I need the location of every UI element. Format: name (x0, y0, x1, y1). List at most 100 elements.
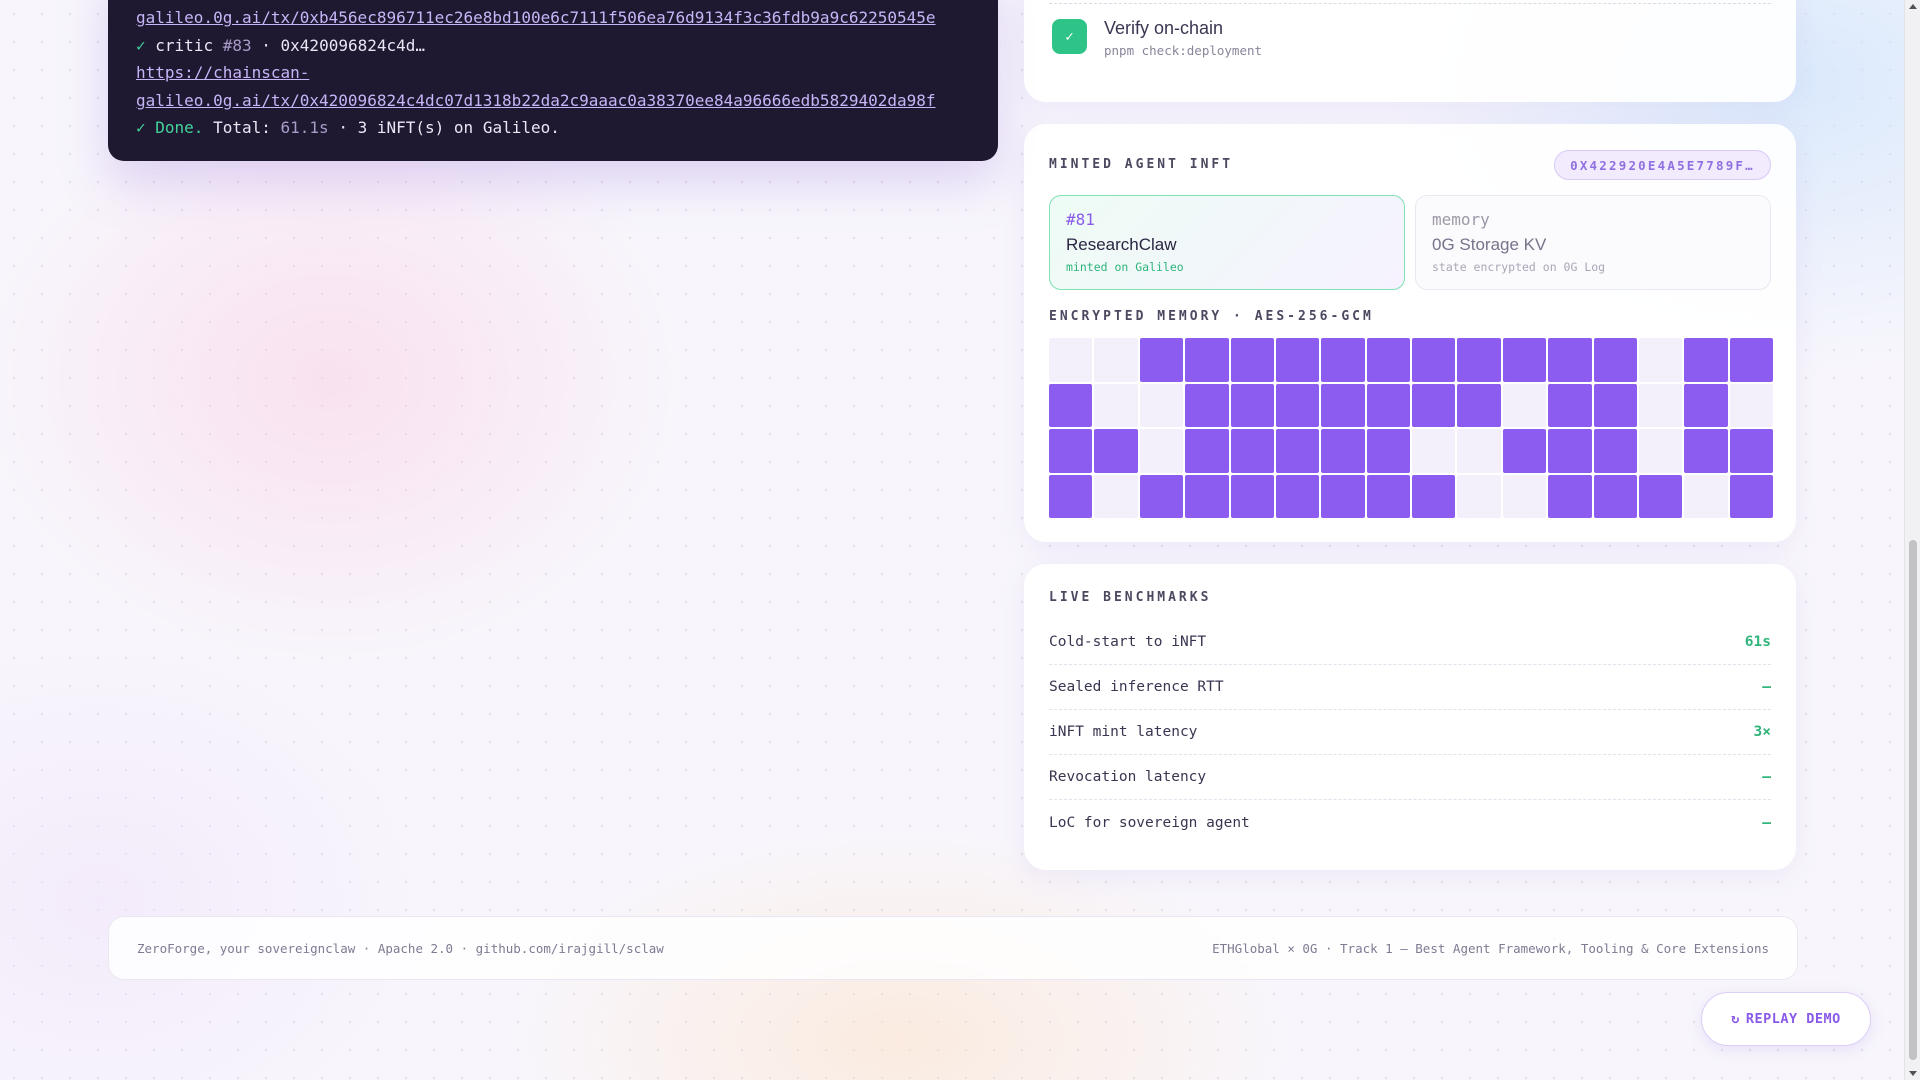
memory-block-filled (1684, 429, 1728, 473)
benchmark-value: 61s (1744, 634, 1771, 650)
memory-block-filled (1094, 429, 1138, 473)
memory-block-filled (1230, 338, 1274, 382)
memory-block-filled (1729, 429, 1773, 473)
agent-status: minted on Galileo (1066, 260, 1184, 274)
memory-block-filled (1729, 338, 1773, 382)
memory-block-filled (1275, 383, 1320, 427)
memory-block-filled (1366, 474, 1410, 518)
memory-tile[interactable]: memory 0G Storage KV state encrypted on … (1415, 195, 1771, 290)
memory-block-filled (1366, 338, 1410, 382)
terminal-output: galileo.0g.ai/tx/0xb456ec896711ec26e8bd1… (108, 0, 998, 161)
benchmark-row: LoC for sovereign agent — (1049, 800, 1771, 845)
check-icon: ✓ (1052, 19, 1087, 54)
memory-block-empty (1502, 474, 1547, 518)
page-scrollbar[interactable] (1904, 0, 1920, 1080)
scroll-down-arrow-icon[interactable] (1909, 1071, 1917, 1076)
memory-block-filled (1412, 338, 1456, 382)
benchmarks-card: LIVE BENCHMARKS Cold-start to iNFT 61s S… (1024, 564, 1796, 870)
memory-block-filled (1412, 383, 1456, 427)
memory-block-filled (1593, 429, 1637, 473)
tx-link-2[interactable]: https://chainscan- (136, 63, 309, 82)
benchmark-value: 3× (1753, 724, 1771, 740)
scroll-up-arrow-icon[interactable] (1909, 4, 1917, 9)
benchmark-label: Sealed inference RTT (1049, 679, 1224, 695)
memory-block-filled (1593, 338, 1637, 382)
memory-block-empty (1049, 338, 1093, 382)
terminal-text: critic (155, 35, 214, 55)
agent-tile[interactable]: #81 ResearchClaw minted on Galileo (1049, 195, 1405, 290)
steps-card: ✓ Verify on-chain pnpm check:deployment (1024, 0, 1796, 102)
terminal-text: · 0x420096824c4d… (261, 35, 426, 55)
memory-block-filled (1049, 474, 1093, 518)
scrollbar-thumb[interactable] (1909, 540, 1917, 1060)
memory-block-filled (1139, 474, 1184, 518)
memory-block-empty (1729, 383, 1773, 427)
benchmark-label: LoC for sovereign agent (1049, 814, 1250, 831)
footer: ZeroForge, your sovereignclaw · Apache 2… (108, 916, 1798, 980)
footer-left: ZeroForge, your sovereignclaw · Apache 2… (137, 940, 664, 956)
memory-block-filled (1185, 429, 1229, 473)
memory-block-filled (1049, 383, 1093, 427)
memory-status: state encrypted on 0G Log (1432, 260, 1606, 274)
memory-block-filled (1185, 338, 1229, 382)
memory-id: memory (1432, 210, 1490, 229)
memory-block-filled (1366, 429, 1410, 473)
tx-link-1[interactable]: galileo.0g.ai/tx/0xb456ec896711ec26e8bd1… (136, 8, 936, 27)
token-hash-badge[interactable]: 0X422920E4A5E7789F… (1554, 150, 1771, 180)
benchmark-value: — (1762, 769, 1771, 785)
memory-block-filled (1321, 338, 1365, 382)
memory-block-empty (1638, 429, 1683, 473)
memory-block-empty (1457, 429, 1501, 473)
memory-block-empty (1094, 474, 1138, 518)
minted-label: MINTED AGENT INFT (1049, 157, 1234, 172)
memory-block-filled (1502, 338, 1547, 382)
memory-block-filled (1185, 474, 1229, 518)
memory-block-filled (1321, 383, 1365, 427)
memory-block-filled (1230, 383, 1274, 427)
memory-block-empty (1094, 383, 1138, 427)
memory-block-filled (1548, 429, 1592, 473)
memory-block-filled (1502, 429, 1547, 473)
memory-block-empty (1638, 338, 1683, 382)
check-mark-icon: ✓ (136, 35, 146, 55)
memory-block-filled (1049, 429, 1093, 473)
memory-block-empty (1139, 383, 1184, 427)
terminal-text: Total: (213, 118, 271, 137)
memory-block-filled (1548, 338, 1592, 382)
memory-block-empty (1502, 383, 1547, 427)
minted-agent-card: MINTED AGENT INFT 0X422920E4A5E7789F… #8… (1024, 124, 1796, 542)
verify-title: Verify on-chain (1104, 18, 1224, 38)
memory-block-filled (1457, 383, 1501, 427)
memory-block-empty (1684, 474, 1728, 518)
benchmark-row: iNFT mint latency 3× (1049, 710, 1771, 755)
divider (1049, 3, 1771, 4)
memory-block-filled (1684, 338, 1728, 382)
benchmark-label: Revocation latency (1049, 769, 1207, 785)
memory-name: 0G Storage KV (1432, 235, 1547, 254)
memory-block-empty (1412, 429, 1456, 473)
encrypted-memory-label: ENCRYPTED MEMORY · AES-256-GCM (1049, 309, 1374, 324)
benchmark-row: Revocation latency — (1049, 755, 1771, 800)
benchmarks-list: Cold-start to iNFT 61s Sealed inference … (1049, 620, 1771, 845)
memory-block-filled (1321, 474, 1365, 518)
benchmark-value: — (1762, 814, 1771, 831)
memory-block-filled (1230, 474, 1274, 518)
agent-name: ResearchClaw (1066, 235, 1177, 254)
memory-block-filled (1139, 338, 1184, 382)
verify-command: pnpm check:deployment (1104, 43, 1263, 58)
memory-block-filled (1638, 474, 1683, 518)
memory-block-filled (1185, 383, 1229, 427)
replay-demo-button[interactable]: ↻ REPLAY DEMO (1701, 992, 1871, 1046)
benchmark-label: Cold-start to iNFT (1049, 634, 1207, 650)
total-time: 61.1s (280, 118, 329, 137)
terminal-text: · 3 iNFT(s) on Galileo. (338, 118, 560, 137)
memory-block-filled (1729, 474, 1773, 518)
agent-id: #81 (1066, 210, 1095, 229)
memory-block-empty (1457, 474, 1501, 518)
benchmark-value: — (1762, 679, 1771, 695)
memory-block-filled (1548, 383, 1592, 427)
memory-block-filled (1230, 429, 1274, 473)
replay-label: REPLAY DEMO (1745, 1011, 1841, 1027)
footer-right: ETHGlobal × 0G · Track 1 — Best Agent Fr… (1212, 940, 1769, 956)
tx-link-2-cont[interactable]: galileo.0g.ai/tx/0x420096824c4dc07d1318b… (136, 91, 936, 110)
